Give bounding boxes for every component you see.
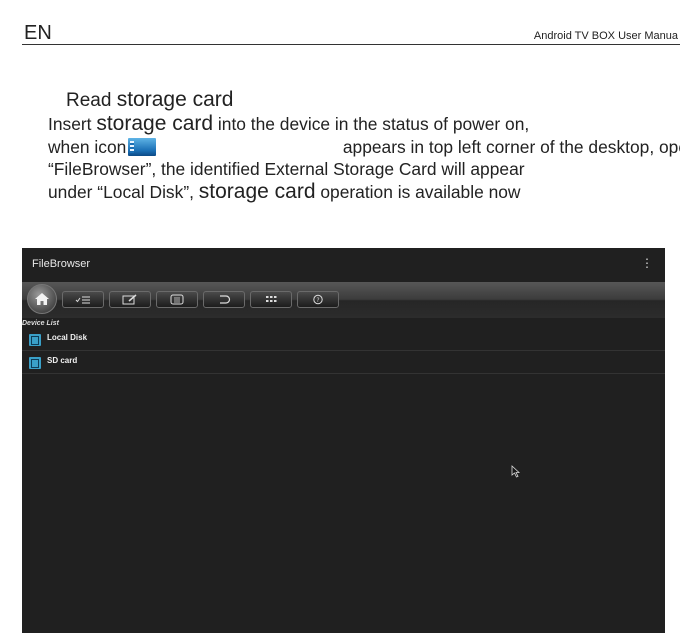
help-icon[interactable]: ? (297, 291, 339, 308)
instruction-line-2: when icon appears in top left corner of … (48, 136, 680, 159)
device-label: SD card (47, 356, 78, 365)
disk-icon (29, 357, 41, 369)
line4-emph: storage card (198, 180, 316, 203)
overflow-menu-icon[interactable]: ⋮ (641, 257, 653, 269)
line4-b: operation is available now (320, 181, 521, 202)
device-list-label: Device List (22, 320, 59, 327)
list-item[interactable]: SD card (22, 351, 665, 374)
instruction-line-1: Insert storage card into the device in t… (48, 113, 680, 136)
back-icon[interactable] (203, 291, 245, 308)
mouse-cursor-icon (511, 465, 521, 483)
page-header-lang: EN (24, 22, 52, 44)
instruction-paragraph: Insert storage card into the device in t… (48, 113, 680, 203)
edit-icon[interactable] (109, 291, 151, 308)
list-item[interactable]: Local Disk (22, 328, 665, 351)
multi-select-icon[interactable] (62, 291, 104, 308)
header-rule (22, 44, 680, 45)
app-bar: FileBrowser ⋮ (22, 248, 665, 281)
svg-text:?: ? (316, 297, 319, 304)
device-label: Local Disk (47, 333, 88, 342)
line3: “FileBrowser”, the identified External S… (48, 159, 525, 179)
line2-b: appears in top left corner of the deskto… (342, 136, 680, 157)
line1-a: Insert (48, 114, 92, 134)
section-title: Read storage card (66, 88, 233, 112)
manual-title: Android TV BOX User Manua (533, 30, 678, 42)
filebrowser-screenshot: FileBrowser ⋮ ? Device List Local Disk S… (22, 248, 665, 633)
line1-emph: storage card (96, 113, 214, 135)
section-title-emph: storage card (116, 88, 234, 111)
line2-a: when icon (48, 136, 127, 157)
instruction-line-4: under “Local Disk”, storage card operati… (48, 181, 680, 204)
instruction-line-3: “FileBrowser”, the identified External S… (48, 158, 680, 181)
grid-icon[interactable] (250, 291, 292, 308)
line4-a: under “Local Disk”, (48, 181, 194, 202)
toolbar: ? (22, 282, 665, 318)
disk-icon (29, 334, 41, 346)
line1-b: into the device in the status of power o… (217, 114, 530, 134)
section-title-prefix: Read (66, 90, 112, 111)
storage-card-icon (128, 137, 157, 156)
home-icon[interactable] (27, 284, 57, 314)
app-title: FileBrowser (32, 258, 91, 270)
list-icon[interactable] (156, 291, 198, 308)
line2-a-wrap: when icon (48, 136, 158, 159)
